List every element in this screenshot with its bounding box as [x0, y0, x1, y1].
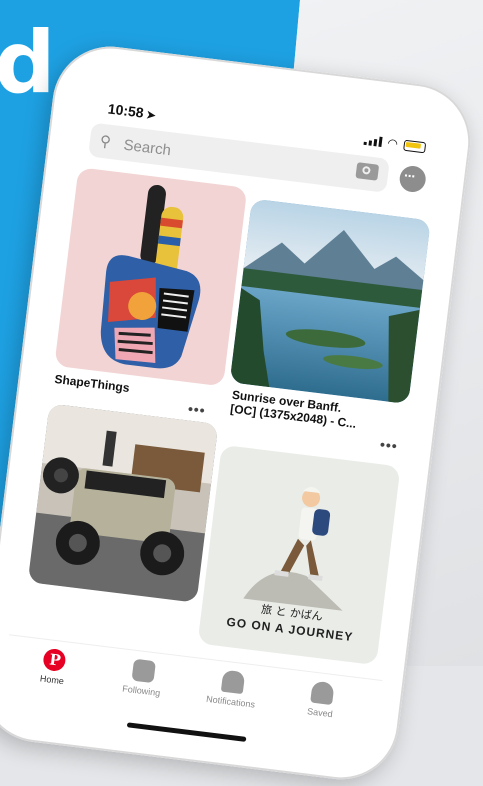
tab-home[interactable]: Home	[12, 644, 96, 689]
garage-photo	[27, 403, 219, 603]
search-input[interactable]	[120, 130, 307, 181]
wifi-icon: ◠	[386, 135, 399, 151]
tab-label: Saved	[306, 706, 334, 720]
brand-letter: d	[0, 13, 56, 113]
pin-image-shapethings[interactable]	[54, 167, 248, 387]
pin-title: ShapeThings	[53, 371, 131, 396]
bell-icon	[220, 669, 246, 695]
phone-mockup: 10:58➤ ◠ ⚲ Search ··· ShapeThings ••• Su…	[0, 40, 477, 786]
pin-image-banff[interactable]	[229, 198, 431, 405]
pinterest-logo-icon	[42, 647, 67, 673]
pin-more-icon[interactable]: •••	[379, 436, 399, 454]
status-time-label: 10:58	[107, 100, 145, 121]
pin-image-journey[interactable]: 旅 と かばん GO ON A JOURNEY	[197, 444, 401, 666]
chat-bubble-icon[interactable]	[398, 164, 428, 194]
signal-icon	[363, 135, 383, 147]
pin-image-jeep[interactable]	[27, 403, 219, 603]
location-arrow-icon: ➤	[145, 109, 157, 123]
tab-notifications[interactable]: Notifications	[190, 666, 274, 711]
camera-icon[interactable]	[355, 162, 380, 181]
people-icon	[131, 658, 156, 684]
landscape-photo	[229, 198, 431, 405]
search-icon: ⚲	[98, 132, 112, 151]
status-time: 10:58➤	[107, 100, 157, 122]
tab-following[interactable]: Following	[101, 655, 185, 700]
tab-label: Notifications	[205, 693, 256, 710]
tab-label: Following	[121, 683, 161, 699]
phone-screen: 10:58➤ ◠ ⚲ Search ··· ShapeThings ••• Su…	[0, 66, 453, 768]
battery-icon	[403, 139, 427, 153]
tab-label: Home	[39, 673, 65, 687]
status-icons: ◠	[363, 134, 427, 154]
hand-illustration	[100, 184, 201, 369]
tab-saved[interactable]: Saved	[280, 677, 364, 722]
pin-more-icon[interactable]: •••	[187, 400, 207, 418]
person-icon	[310, 680, 335, 706]
